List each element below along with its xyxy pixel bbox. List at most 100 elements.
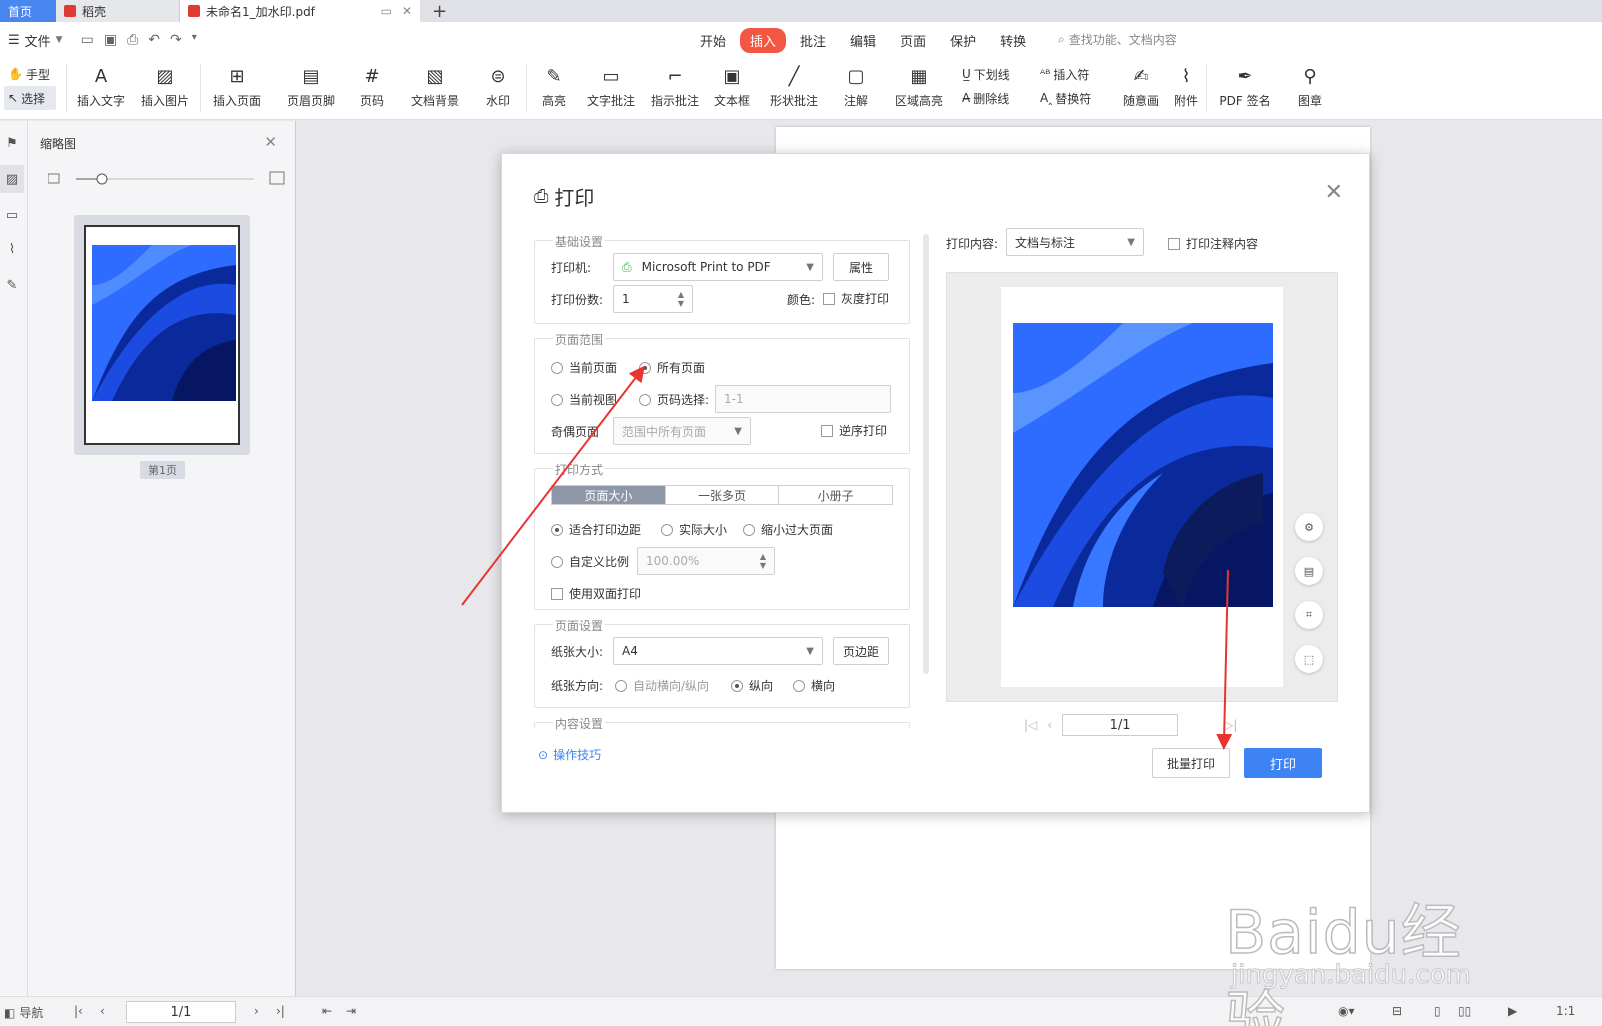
last-page-icon[interactable]: ▷| [1224, 718, 1237, 732]
shrink-oversize-radio[interactable]: 缩小过大页面 [743, 521, 833, 538]
document-background-button[interactable]: ▧ 文档背景 [404, 62, 466, 114]
segment-multiple-pages[interactable]: 一张多页 [666, 486, 780, 504]
menu-tab-edit[interactable]: 编辑 [840, 28, 886, 53]
annotation-button[interactable]: ▢ 注解 [836, 62, 876, 114]
duplex-checkbox[interactable]: 使用双面打印 [551, 585, 641, 602]
save-icon[interactable]: ▣ [104, 32, 117, 48]
menu-tab-insert[interactable]: 插入 [740, 27, 787, 53]
reverse-print-checkbox[interactable]: 逆序打印 [821, 422, 887, 439]
select-tool-button[interactable]: ↖ 选择 [4, 86, 56, 110]
shape-comment-button[interactable]: ╱ 形状批注 [764, 62, 824, 114]
signature-panel-icon[interactable]: ✎ [0, 271, 24, 299]
tab-home[interactable]: 首页 [0, 0, 56, 22]
tab-pin-icon[interactable]: ▭ [381, 4, 392, 18]
text-comment-button[interactable]: ▭ 文字批注 [584, 62, 638, 114]
segment-page-size[interactable]: 页面大小 [552, 486, 666, 504]
page-number-button[interactable]: # 页码 [354, 62, 390, 114]
thumbnail-zoom-slider[interactable] [47, 171, 288, 187]
prev-page-icon[interactable]: ‹ [100, 1004, 105, 1018]
open-folder-icon[interactable]: ▭ [81, 32, 94, 48]
pointer-comment-button[interactable]: ⌐ 指示批注 [648, 62, 702, 114]
preview-page-input[interactable]: 1/1 [1062, 714, 1179, 736]
page-select-radio[interactable]: 页码选择: [639, 391, 709, 408]
hand-tool-button[interactable]: ✋ 手型 [4, 62, 56, 86]
portrait-radio[interactable]: 纵向 [731, 677, 773, 694]
watermark-button[interactable]: ⊜ 水印 [478, 62, 518, 114]
preview-page-icon[interactable]: ▤ [1295, 557, 1323, 585]
customize-icon[interactable]: ▾ [192, 32, 197, 48]
area-highlight-button[interactable]: ▦ 区域高亮 [888, 62, 950, 114]
segment-booklet[interactable]: 小册子 [779, 486, 892, 504]
paper-size-select[interactable]: A4 ▼ [613, 637, 823, 665]
close-icon[interactable]: ✕ [1325, 180, 1343, 205]
printer-select[interactable]: ⎙ Microsoft Print to PDF ▼ [613, 253, 823, 281]
menu-tab-convert[interactable]: 转换 [990, 28, 1036, 53]
status-page-input[interactable]: 1/1 [126, 1001, 236, 1023]
tab-daoke[interactable]: 稻壳 [56, 0, 180, 22]
print-button[interactable]: 打印 [1244, 748, 1322, 778]
custom-scale-input[interactable]: 100.00% ▲ ▼ [637, 547, 775, 575]
pdf-sign-button[interactable]: ✒ PDF 签名 [1212, 62, 1278, 114]
tab-document[interactable]: 未命名1_加水印.pdf ▭ ✕ [180, 0, 420, 22]
fit-margins-radio[interactable]: 适合打印边距 [551, 521, 641, 538]
search-box[interactable]: ⌕ 查找功能、文档内容 [1058, 31, 1177, 48]
slider-handle[interactable] [96, 173, 108, 185]
custom-scale-radio[interactable]: 自定义比例 [551, 553, 629, 570]
textbox-button[interactable]: ▣ 文本框 [712, 62, 752, 114]
menu-tab-start[interactable]: 开始 [690, 28, 736, 53]
thumbnail-icon[interactable]: ▨ [0, 165, 24, 193]
auto-orientation-radio[interactable]: 自动横向/纵向 [615, 677, 709, 694]
actual-size-radio[interactable]: 实际大小 [661, 521, 727, 538]
underline-button[interactable]: U̲ 下划线 [962, 64, 1010, 84]
new-tab-button[interactable]: + [420, 0, 459, 22]
page-thumbnail[interactable] [74, 215, 250, 455]
menu-tab-page[interactable]: 页面 [890, 28, 936, 53]
last-page-icon[interactable]: ›| [276, 1004, 285, 1018]
actual-size-icon[interactable]: 1:1 [1556, 1004, 1575, 1018]
properties-button[interactable]: 属性 [833, 253, 889, 281]
redo-icon[interactable]: ↷ [170, 32, 182, 48]
comment-icon[interactable]: ▭ [0, 201, 24, 229]
insert-page-button[interactable]: ⊞ 插入页面 [208, 62, 266, 114]
undo-icon[interactable]: ↶ [148, 32, 160, 48]
first-page-icon[interactable]: |◁ [1024, 718, 1037, 732]
stepper-arrows-icon[interactable]: ▲ ▼ [760, 552, 766, 570]
freehand-button[interactable]: ✍ 随意画 [1118, 62, 1164, 114]
menu-tab-protect[interactable]: 保护 [940, 28, 986, 53]
attachment-panel-icon[interactable]: ⌇ [0, 235, 24, 263]
copies-stepper[interactable]: 1 ▲ ▼ [613, 285, 693, 313]
back-icon[interactable]: ⇤ [322, 1004, 332, 1018]
stepper-arrows-icon[interactable]: ▲ ▼ [678, 290, 684, 308]
landscape-radio[interactable]: 横向 [793, 677, 835, 694]
settings-scrollbar[interactable] [923, 234, 929, 674]
stamp-button[interactable]: ⚲ 图章 [1290, 62, 1330, 114]
replace-symbol-button[interactable]: A‸ 替换符 [1040, 88, 1091, 108]
print-icon[interactable]: ⎙ [127, 32, 138, 48]
tab-close-icon[interactable]: ✕ [402, 4, 412, 18]
insert-image-button[interactable]: ▨ 插入图片 [140, 62, 190, 114]
attachment-button[interactable]: ⌇ 附件 [1168, 62, 1204, 114]
file-menu[interactable]: ☰ 文件 ▼ [0, 31, 71, 50]
preview-settings-icon[interactable]: ⚙ [1295, 513, 1323, 541]
forward-icon[interactable]: ⇥ [346, 1004, 356, 1018]
margins-button[interactable]: 页边距 [833, 637, 889, 665]
print-content-select[interactable]: 文档与标注 ▼ [1006, 228, 1144, 256]
first-page-icon[interactable]: |‹ [74, 1004, 83, 1018]
tips-link[interactable]: ⊙ 操作技巧 [538, 746, 601, 763]
bookmark-icon[interactable]: ⚑ [0, 129, 24, 157]
next-page-icon[interactable]: › [254, 1004, 259, 1018]
menu-tab-comment[interactable]: 批注 [790, 28, 836, 53]
all-pages-radio[interactable]: 所有页面 [639, 359, 705, 376]
header-footer-button[interactable]: ▤ 页眉页脚 [282, 62, 340, 114]
highlight-button[interactable]: ✎ 高亮 [534, 62, 574, 114]
prev-page-icon[interactable]: ‹ [1047, 718, 1052, 732]
page-select-input[interactable]: 1-1 [715, 385, 891, 413]
preview-select-area-icon[interactable]: ⬚ [1295, 645, 1323, 673]
print-comments-checkbox[interactable]: 打印注释内容 [1168, 235, 1258, 252]
preview-crop-icon[interactable]: ⌗ [1295, 601, 1323, 629]
batch-print-button[interactable]: 批量打印 [1152, 748, 1230, 778]
insert-text-button[interactable]: A 插入文字 [76, 62, 126, 114]
insert-symbol-button[interactable]: ᴬᴮ 插入符 [1040, 64, 1089, 84]
grayscale-checkbox[interactable]: 灰度打印 [823, 290, 889, 307]
strikethrough-button[interactable]: A̶ 删除线 [962, 88, 1009, 108]
